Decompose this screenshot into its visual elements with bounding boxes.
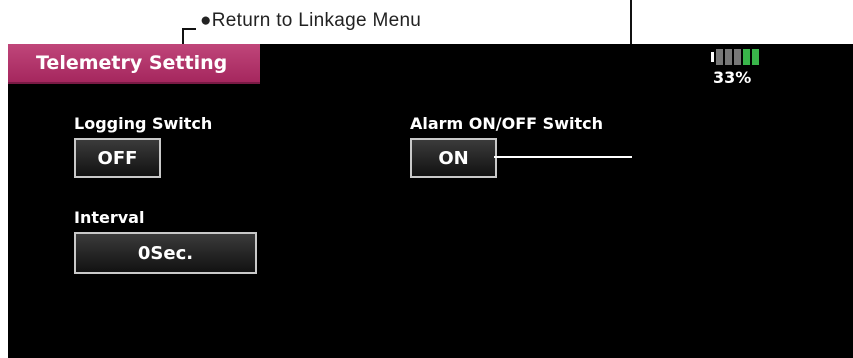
interval-label: Interval: [74, 208, 145, 227]
battery-cell: [725, 49, 732, 65]
alarm-switch-button[interactable]: ON: [410, 138, 497, 178]
return-annotation: ●Return to Linkage Menu: [200, 10, 421, 32]
logging-switch-button[interactable]: OFF: [74, 138, 161, 178]
battery-cell: [743, 49, 750, 65]
battery-cap: [711, 52, 714, 62]
callout-line-return-horizontal: [182, 28, 196, 30]
telemetry-screen: Telemetry Setting 33% Logging Switch OFF…: [8, 44, 853, 358]
battery-percent: 33%: [713, 68, 752, 87]
callout-line-alarm-horizontal: [494, 156, 632, 158]
battery-cell: [734, 49, 741, 65]
title-button[interactable]: Telemetry Setting: [8, 44, 260, 84]
interval-button[interactable]: 0Sec.: [74, 232, 257, 274]
battery-icon: [711, 48, 763, 66]
battery-cell: [752, 49, 759, 65]
battery-cell: [716, 49, 723, 65]
logging-switch-label: Logging Switch: [74, 114, 213, 133]
alarm-switch-label: Alarm ON/OFF Switch: [410, 114, 603, 133]
annotation-bullet: ●: [200, 10, 212, 31]
annotation-text: Return to Linkage Menu: [211, 10, 422, 31]
